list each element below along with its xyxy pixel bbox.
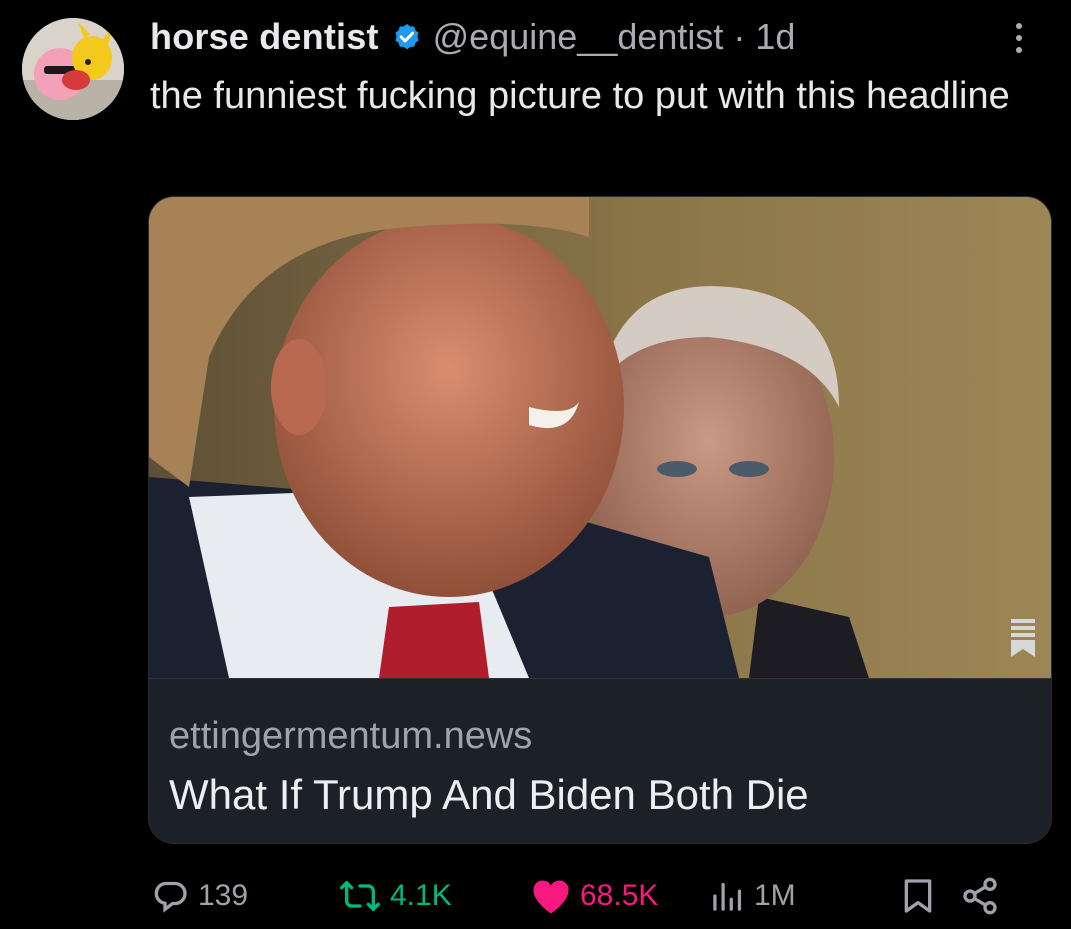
card-headline: What If Trump And Biden Both Die bbox=[169, 771, 809, 818]
views-count: 1M bbox=[754, 879, 796, 912]
card-meta: ettingermentum.news What If Trump And Bi… bbox=[149, 678, 1051, 843]
avatar-image bbox=[22, 18, 124, 120]
avatar[interactable] bbox=[22, 18, 124, 120]
card-domain: ettingermentum.news bbox=[169, 715, 533, 757]
display-name[interactable]: horse dentist bbox=[150, 16, 379, 58]
user-handle[interactable]: @equine__dentist bbox=[433, 16, 724, 58]
verified-badge-icon bbox=[391, 21, 423, 53]
action-bar: 139 4.1K 68.5K 1M bbox=[150, 868, 1050, 924]
bookmark-button[interactable] bbox=[900, 868, 936, 924]
share-icon bbox=[963, 877, 997, 915]
tweet-text: the funniest fucking picture to put with… bbox=[150, 75, 1010, 117]
card-image bbox=[149, 197, 1051, 678]
views-button[interactable]: 1M bbox=[710, 868, 796, 924]
like-button[interactable]: 68.5K bbox=[530, 868, 658, 924]
timestamp[interactable]: 1d bbox=[755, 16, 795, 58]
separator-dot: · bbox=[733, 16, 746, 57]
tweet-header: horse dentist @equine__dentist · 1d bbox=[150, 12, 1051, 62]
more-icon[interactable] bbox=[999, 16, 1039, 60]
repost-button[interactable]: 4.1K bbox=[338, 868, 452, 924]
repost-count: 4.1K bbox=[390, 879, 452, 912]
views-icon bbox=[713, 882, 742, 911]
link-card[interactable]: ettingermentum.news What If Trump And Bi… bbox=[148, 196, 1052, 844]
like-count: 68.5K bbox=[580, 879, 659, 912]
like-icon bbox=[533, 880, 569, 914]
reply-count: 139 bbox=[198, 879, 249, 912]
repost-icon bbox=[339, 881, 380, 911]
reply-icon bbox=[154, 881, 187, 913]
share-button[interactable] bbox=[960, 868, 1000, 924]
reply-button[interactable]: 139 bbox=[150, 868, 248, 924]
bookmark-icon bbox=[904, 879, 932, 913]
